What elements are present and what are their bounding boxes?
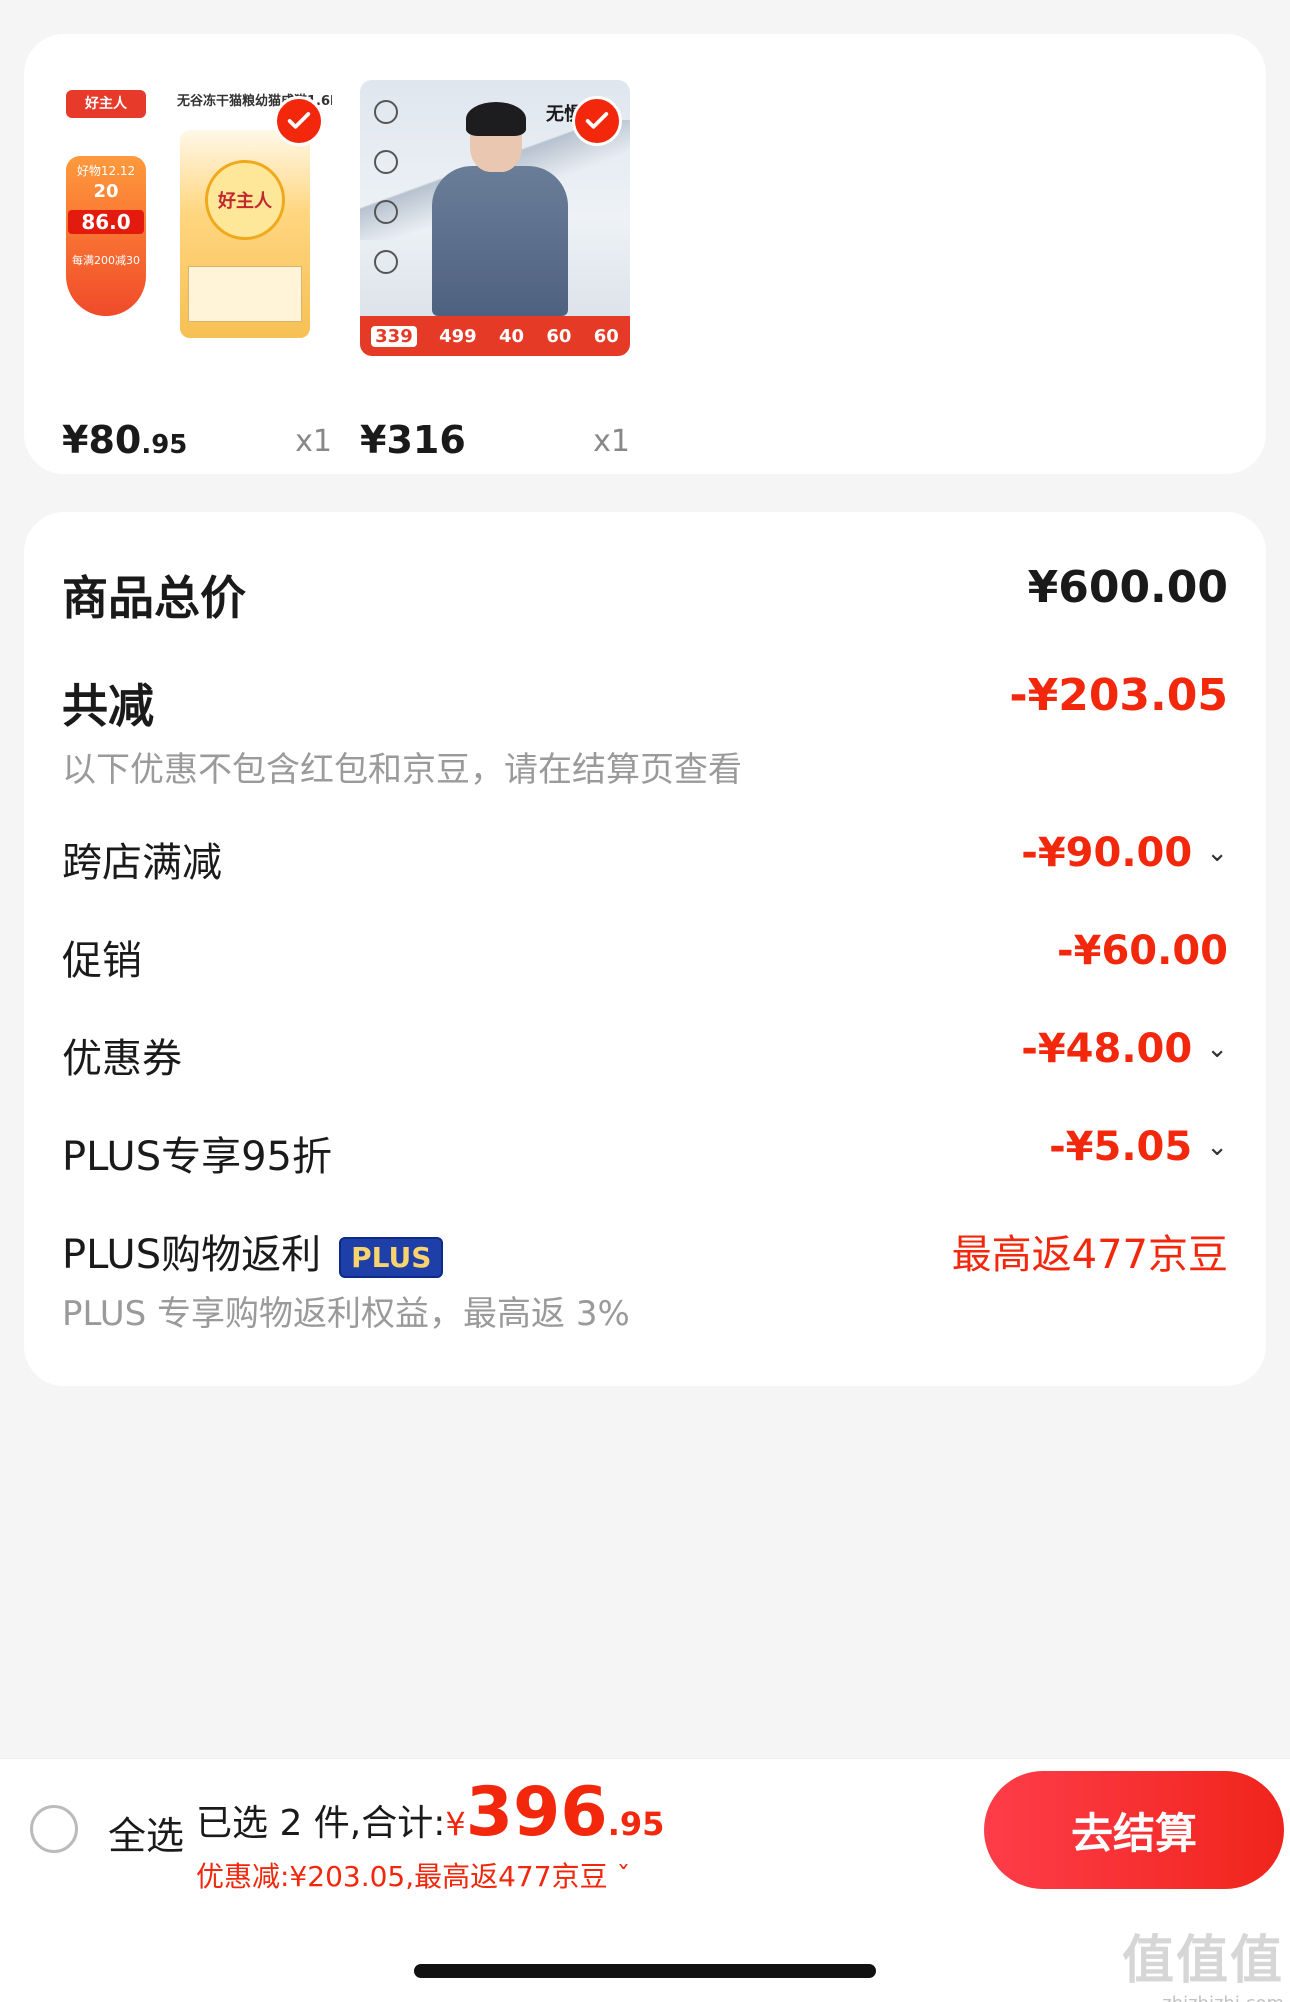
chevron-down-icon: ⌄ <box>1206 1034 1228 1064</box>
checkout-button[interactable]: 去结算 <box>984 1771 1284 1889</box>
discount-value: -¥48.00 ⌄ <box>1021 1026 1228 1072</box>
discount-value: -¥60.00 <box>1057 928 1228 974</box>
product-price: ¥80.95 <box>62 418 188 462</box>
home-indicator-area <box>0 1900 1290 2002</box>
discount-detail-toggle[interactable]: 优惠减:¥203.05,最高返477京豆 ˇ <box>196 1855 630 1895</box>
checkout-bar: 全选 已选 2 件,合计: ¥ 396 .95 优惠减:¥203.05,最高返4… <box>0 1758 1290 1900</box>
selected-summary: 已选 2 件,合计: ¥ 396 .95 <box>196 1773 665 1852</box>
plus-rebate-note: PLUS 专享购物返利权益，最高返 3% <box>62 1294 630 1334</box>
selected-check-icon[interactable] <box>572 96 622 146</box>
total-price-label: 商品总价 <box>62 571 246 625</box>
promo-price-bar: 339 499 40 60 60 <box>360 316 630 356</box>
total-reduce-value: -¥203.05 <box>1009 670 1228 721</box>
select-all-radio[interactable] <box>30 1805 78 1853</box>
selected-check-icon[interactable] <box>274 96 324 146</box>
feature-icons <box>374 100 410 300</box>
brand-logo: 好主人 <box>66 90 146 118</box>
chevron-down-icon: ⌄ <box>1206 838 1228 868</box>
product-quantity: x1 <box>295 424 332 459</box>
discount-label: 跨店满减 <box>62 840 222 886</box>
product-price: ¥316 <box>360 418 466 462</box>
discount-label: 促销 <box>62 938 142 984</box>
watermark: 值值值 zhizhizhi.com <box>1121 1931 1284 2002</box>
reduce-note: 以下优惠不包含红包和京豆，请在结算页查看 <box>62 750 742 790</box>
chevron-down-icon: ⌄ <box>1206 1132 1228 1162</box>
plus-rebate-value: 最高返477京豆 <box>951 1232 1228 1278</box>
food-bag-image: 好主人 <box>180 130 310 338</box>
grand-total: 396 <box>465 1773 608 1852</box>
plus-rebate-label: PLUS购物返利 PLUS <box>62 1222 444 1280</box>
price-summary-card: 商品总价 ¥600.00 共减 -¥203.05 以下优惠不包含红包和京豆，请在… <box>24 512 1266 1386</box>
select-all-label[interactable]: 全选 <box>108 1805 184 1860</box>
promo-tag: 好物12.12 20 86.0 每满200减30 <box>66 156 146 316</box>
discount-value: -¥90.00 ⌄ <box>1021 830 1228 876</box>
total-reduce-label: 共减 <box>62 679 154 733</box>
discount-label: PLUS专享95折 <box>62 1134 332 1180</box>
product-quantity: x1 <box>593 424 630 459</box>
home-indicator[interactable] <box>414 1964 876 1978</box>
total-price-value: ¥600.00 <box>1027 562 1228 613</box>
discount-value: -¥5.05 ⌄ <box>1049 1124 1228 1170</box>
plus-badge: PLUS <box>339 1236 444 1278</box>
discount-label: 优惠券 <box>62 1036 182 1082</box>
cart-products-card: 好主人 无谷冻干猫粮幼猫成猫1.6kg 好物12.12 20 86.0 每满20… <box>24 34 1266 474</box>
